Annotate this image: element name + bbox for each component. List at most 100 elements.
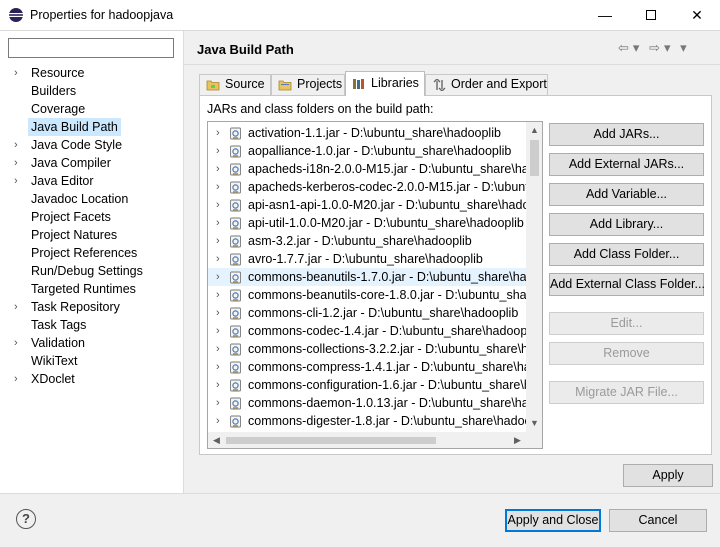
tree-item[interactable]: › Java Code Style	[0, 136, 184, 154]
tree-item[interactable]: Run/Debug Settings	[0, 262, 184, 280]
jar-entry-label: apacheds-kerberos-codec-2.0.0-M15.jar - …	[248, 180, 526, 194]
view-menu-icon[interactable]: ▾	[680, 40, 689, 55]
remove-button[interactable]: Remove	[549, 342, 704, 365]
expand-chevron-icon[interactable]: ›	[14, 64, 24, 82]
expand-chevron-icon[interactable]: ›	[14, 172, 24, 190]
jar-entry-label: commons-digester-1.8.jar - D:\ubuntu_sha…	[248, 414, 526, 428]
jar-entry[interactable]: › api-asn1-api-1.0.0-M20.jar - D:\ubuntu_…	[208, 196, 526, 214]
apply-button[interactable]: Apply	[623, 464, 713, 487]
expand-chevron-icon[interactable]: ›	[216, 178, 220, 196]
expand-chevron-icon[interactable]: ›	[14, 298, 24, 316]
expand-chevron-icon[interactable]: ›	[216, 322, 220, 340]
scroll-down-icon[interactable]: ▼	[526, 415, 542, 432]
jar-file-icon	[229, 289, 242, 302]
scroll-thumb[interactable]	[226, 437, 436, 444]
tree-item[interactable]: WikiText	[0, 352, 184, 370]
tree-item[interactable]: Project Natures	[0, 226, 184, 244]
jar-entry[interactable]: › asm-3.2.jar - D:\ubuntu_share\hadooplib	[208, 232, 526, 250]
expand-chevron-icon[interactable]: ›	[14, 136, 24, 154]
expand-chevron-icon[interactable]: ›	[14, 154, 24, 172]
scroll-left-icon[interactable]: ◀	[208, 432, 225, 448]
tab-order-and-export[interactable]: Order and Export	[425, 74, 548, 95]
tree-item[interactable]: Project References	[0, 244, 184, 262]
expand-chevron-icon[interactable]: ›	[14, 334, 24, 352]
minimize-button[interactable]: —	[582, 0, 628, 31]
jar-entry[interactable]: › commons-compress-1.4.1.jar - D:\ubuntu_…	[208, 358, 526, 376]
jar-entry[interactable]: › commons-configuration-1.6.jar - D:\ubun…	[208, 376, 526, 394]
back-arrow-icon[interactable]: ⇦	[618, 40, 631, 55]
scroll-thumb[interactable]	[530, 140, 539, 176]
expand-chevron-icon[interactable]: ›	[216, 376, 220, 394]
tree-item[interactable]: Coverage	[0, 100, 184, 118]
edit-button[interactable]: Edit...	[549, 312, 704, 335]
scroll-right-icon[interactable]: ▶	[509, 432, 526, 448]
expand-chevron-icon[interactable]: ›	[216, 394, 220, 412]
jar-entry[interactable]: › commons-beanutils-1.7.0.jar - D:\ubuntu…	[208, 268, 526, 286]
horizontal-scrollbar[interactable]: ◀ ▶	[208, 432, 526, 448]
add-jars-button[interactable]: Add JARs...	[549, 123, 704, 146]
jar-entry[interactable]: › avro-1.7.7.jar - D:\ubuntu_share\hadoop…	[208, 250, 526, 268]
close-button[interactable]: ✕	[674, 0, 720, 31]
add-external-class-folder-button[interactable]: Add External Class Folder...	[549, 273, 705, 296]
jar-list[interactable]: › activation-1.1.jar - D:\ubuntu_share\ha…	[207, 121, 543, 449]
expand-chevron-icon[interactable]: ›	[216, 304, 220, 322]
expand-chevron-icon[interactable]: ›	[216, 142, 220, 160]
forward-dropdown-icon[interactable]: ▾	[664, 40, 673, 55]
expand-chevron-icon[interactable]: ›	[216, 160, 220, 178]
tree-item[interactable]: › Java Editor	[0, 172, 184, 190]
jar-entry[interactable]: › commons-codec-1.4.jar - D:\ubuntu_share…	[208, 322, 526, 340]
apply-and-close-button[interactable]: Apply and Close	[505, 509, 601, 532]
add-class-folder-button[interactable]: Add Class Folder...	[549, 243, 704, 266]
jar-entry[interactable]: › apacheds-i18n-2.0.0-M15.jar - D:\ubuntu…	[208, 160, 526, 178]
jar-entry[interactable]: › activation-1.1.jar - D:\ubuntu_share\ha…	[208, 124, 526, 142]
expand-chevron-icon[interactable]: ›	[216, 412, 220, 430]
tab-label: Source	[225, 77, 265, 91]
jar-entry[interactable]: › commons-collections-3.2.2.jar - D:\ubun…	[208, 340, 526, 358]
add-library-button[interactable]: Add Library...	[549, 213, 704, 236]
tree-item[interactable]: Builders	[0, 82, 184, 100]
jar-entry[interactable]: › api-util-1.0.0-M20.jar - D:\ubuntu_shar…	[208, 214, 526, 232]
migrate-jar-button[interactable]: Migrate JAR File...	[549, 381, 704, 404]
jar-entry[interactable]: › aopalliance-1.0.jar - D:\ubuntu_share\h…	[208, 142, 526, 160]
tree-item[interactable]: Task Tags	[0, 316, 184, 334]
jar-entry[interactable]: › commons-cli-1.2.jar - D:\ubuntu_share\h…	[208, 304, 526, 322]
tree-item[interactable]: Java Build Path	[0, 118, 184, 136]
jar-file-icon	[229, 253, 242, 266]
expand-chevron-icon[interactable]: ›	[216, 214, 220, 232]
tab-source[interactable]: Source	[199, 74, 271, 95]
expand-chevron-icon[interactable]: ›	[216, 358, 220, 376]
tree-item[interactable]: Targeted Runtimes	[0, 280, 184, 298]
tree-item[interactable]: › Validation	[0, 334, 184, 352]
tab-libraries[interactable]: Libraries	[345, 71, 425, 96]
expand-chevron-icon[interactable]: ›	[216, 286, 220, 304]
jar-entry[interactable]: › commons-beanutils-core-1.8.0.jar - D:\u…	[208, 286, 526, 304]
add-external-jars-button[interactable]: Add External JARs...	[549, 153, 704, 176]
tree-item[interactable]: › XDoclet	[0, 370, 184, 388]
tree-item[interactable]: Javadoc Location	[0, 190, 184, 208]
scroll-up-icon[interactable]: ▲	[526, 122, 542, 139]
tree-item[interactable]: › Resource	[0, 64, 184, 82]
filter-input[interactable]	[8, 38, 174, 58]
jar-entry[interactable]: › commons-daemon-1.0.13.jar - D:\ubuntu_s…	[208, 394, 526, 412]
vertical-scrollbar[interactable]: ▲ ▼	[526, 122, 542, 432]
expand-chevron-icon[interactable]: ›	[216, 196, 220, 214]
help-icon[interactable]: ?	[16, 509, 36, 529]
expand-chevron-icon[interactable]: ›	[216, 232, 220, 250]
cancel-button[interactable]: Cancel	[609, 509, 707, 532]
expand-chevron-icon[interactable]: ›	[216, 268, 220, 286]
expand-chevron-icon[interactable]: ›	[216, 340, 220, 358]
tab-projects[interactable]: Projects	[271, 74, 345, 95]
jar-file-icon	[229, 397, 242, 410]
add-variable-button[interactable]: Add Variable...	[549, 183, 704, 206]
jar-entry[interactable]: › commons-digester-1.8.jar - D:\ubuntu_sh…	[208, 412, 526, 430]
maximize-button[interactable]	[628, 0, 674, 31]
tree-item[interactable]: › Task Repository	[0, 298, 184, 316]
forward-arrow-icon[interactable]: ⇨	[649, 40, 662, 55]
expand-chevron-icon[interactable]: ›	[14, 370, 24, 388]
expand-chevron-icon[interactable]: ›	[216, 250, 220, 268]
jar-entry[interactable]: › apacheds-kerberos-codec-2.0.0-M15.jar -…	[208, 178, 526, 196]
expand-chevron-icon[interactable]: ›	[216, 124, 220, 142]
tree-item[interactable]: › Java Compiler	[0, 154, 184, 172]
tree-item[interactable]: Project Facets	[0, 208, 184, 226]
back-dropdown-icon[interactable]: ▾	[633, 40, 642, 55]
